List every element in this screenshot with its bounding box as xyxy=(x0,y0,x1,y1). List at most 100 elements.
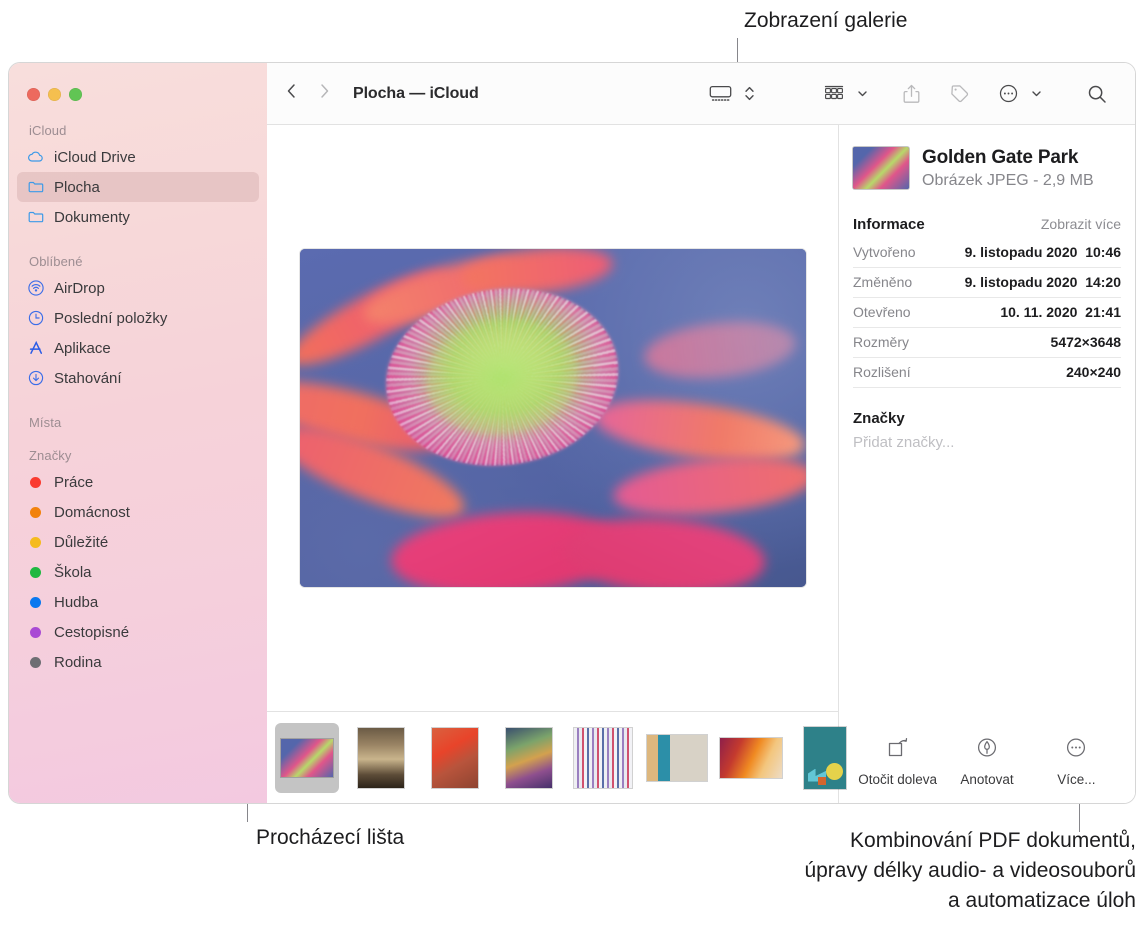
more-actions-button[interactable]: Více... xyxy=(1032,736,1121,787)
chevron-down-icon[interactable] xyxy=(852,79,873,109)
info-key: Vytvořeno xyxy=(853,244,916,260)
info-key: Rozměry xyxy=(853,334,910,350)
sidebar-item-icloud-drive[interactable]: iCloud Drive xyxy=(17,142,259,172)
rotate-left-icon xyxy=(885,736,911,765)
sidebar-item-label: AirDrop xyxy=(54,279,105,297)
callout-more-tools: Kombinování PDF dokumentů, úpravy délky … xyxy=(804,829,1136,912)
chevron-down-icon[interactable] xyxy=(1026,79,1047,109)
sidebar-item-dokumenty[interactable]: Dokumenty xyxy=(17,202,259,232)
thumbnail-portrait-neon[interactable] xyxy=(497,723,561,793)
tag-dot-icon xyxy=(26,536,45,548)
action-label: Anotovat xyxy=(960,772,1014,787)
file-kind: Obrázek JPEG - 2,9 MB xyxy=(922,172,1094,189)
sidebar-item-recents[interactable]: Poslední položky xyxy=(17,303,259,333)
sidebar-item-tag-hudba[interactable]: Hudba xyxy=(17,587,259,617)
zoom-button[interactable] xyxy=(69,88,82,101)
tag-dot-icon xyxy=(26,506,45,518)
sidebar: iCloud iCloud Drive Plocha Dokumenty Obl… xyxy=(9,63,267,803)
search-button[interactable] xyxy=(1081,79,1113,109)
view-switcher[interactable] xyxy=(704,79,760,109)
thumbnail-striped-figure[interactable] xyxy=(571,723,635,793)
sidebar-item-tag-skola[interactable]: Škola xyxy=(17,557,259,587)
sidebar-item-tag-rodina[interactable]: Rodina xyxy=(17,647,259,677)
downloads-icon xyxy=(26,369,45,388)
ellipsis-circle-icon[interactable] xyxy=(993,79,1024,109)
info-key: Otevřeno xyxy=(853,304,911,320)
sidebar-item-label: Důležité xyxy=(54,533,109,551)
thumbnail-forest-path[interactable] xyxy=(349,723,413,793)
info-value: 240×240 xyxy=(1066,364,1121,380)
gallery-view-icon[interactable] xyxy=(704,79,737,109)
action-label: Otočit doleva xyxy=(858,772,938,787)
thumbnail-louisa-tannis[interactable] xyxy=(645,723,709,793)
page-title: Plocha — iCloud xyxy=(353,84,479,102)
info-header: Golden Gate Park Obrázek JPEG - 2,9 MB xyxy=(853,147,1121,190)
airdrop-icon xyxy=(26,279,45,298)
group-by-icon[interactable] xyxy=(818,79,850,109)
sidebar-item-label: Hudba xyxy=(54,593,99,611)
rotate-left-button[interactable]: Otočit doleva xyxy=(853,736,942,787)
sidebar-item-plocha[interactable]: Plocha xyxy=(17,172,259,202)
tag-dot-icon xyxy=(26,656,45,668)
sidebar-item-label: iCloud Drive xyxy=(54,148,136,166)
quick-actions: Otočit doleva Anotovat Více... xyxy=(853,736,1121,803)
sidebar-item-label: Stahování xyxy=(54,369,122,387)
sidebar-item-tag-domacnost[interactable]: Domácnost xyxy=(17,497,259,527)
forward-button[interactable] xyxy=(318,81,331,106)
preview-column xyxy=(267,125,846,803)
info-key: Změněno xyxy=(853,274,913,290)
info-value: 5472×3648 xyxy=(1050,334,1121,350)
sidebar-item-label: Práce xyxy=(54,473,94,491)
close-button[interactable] xyxy=(27,88,40,101)
thumbnail-orange-gradient[interactable] xyxy=(719,723,783,793)
sidebar-item-label: Dokumenty xyxy=(54,208,130,226)
sidebar-item-label: Plocha xyxy=(54,178,100,196)
minimize-button[interactable] xyxy=(48,88,61,101)
preview-image[interactable] xyxy=(299,249,806,587)
action-menu-button[interactable] xyxy=(993,79,1047,109)
sidebar-item-tag-prace[interactable]: Práce xyxy=(17,467,259,497)
sidebar-item-tag-cestopisne[interactable]: Cestopisné xyxy=(17,617,259,647)
markup-button[interactable]: Anotovat xyxy=(942,736,1031,787)
main-area: Plocha — iCloud Golden Gate Park Obrázek… xyxy=(267,63,1135,803)
browse-bar[interactable] xyxy=(267,711,846,803)
sidebar-section-locations: Místa xyxy=(29,415,62,430)
callout-gallery-view: Zobrazení galerie xyxy=(744,9,908,32)
view-stepper-icon[interactable] xyxy=(739,79,760,109)
tags-title: Značky xyxy=(853,410,905,427)
tag-dot-icon xyxy=(26,626,45,638)
thumbnail-golden-gate-park[interactable] xyxy=(275,722,339,793)
tag-button[interactable] xyxy=(944,79,975,109)
sidebar-item-downloads[interactable]: Stahování xyxy=(17,363,259,393)
info-key: Rozlišení xyxy=(853,364,911,380)
back-button[interactable] xyxy=(285,81,298,106)
info-row-opened: Otevřeno 10. 11. 2020 21:41 xyxy=(853,298,1121,328)
sidebar-item-label: Rodina xyxy=(54,653,102,671)
applications-icon xyxy=(26,339,45,358)
show-more-link[interactable]: Zobrazit více xyxy=(1041,216,1121,232)
info-value: 10. 11. 2020 21:41 xyxy=(1000,304,1121,320)
share-button[interactable] xyxy=(897,79,926,109)
info-row-dimensions: Rozměry 5472×3648 xyxy=(853,328,1121,358)
sidebar-item-applications[interactable]: Aplikace xyxy=(17,333,259,363)
content-split: Golden Gate Park Obrázek JPEG - 2,9 MB I… xyxy=(267,125,1135,803)
sidebar-item-airdrop[interactable]: AirDrop xyxy=(17,273,259,303)
info-row-resolution: Rozlišení 240×240 xyxy=(853,358,1121,388)
sidebar-item-tag-dulezite[interactable]: Důležité xyxy=(17,527,259,557)
navigation-buttons xyxy=(285,81,331,106)
add-tags-input[interactable]: Přidat značky... xyxy=(853,434,1121,451)
folder-icon xyxy=(26,208,45,227)
info-panel: Golden Gate Park Obrázek JPEG - 2,9 MB I… xyxy=(839,125,1135,803)
info-row-created: Vytvořeno 9. listopadu 2020 10:46 xyxy=(853,238,1121,268)
ellipsis-circle-icon xyxy=(1063,736,1089,765)
sidebar-section-icloud: iCloud xyxy=(29,123,67,138)
tag-dot-icon xyxy=(26,566,45,578)
group-by-button[interactable] xyxy=(818,79,873,109)
sidebar-section-favorites: Oblíbené xyxy=(29,254,83,269)
info-row-modified: Změněno 9. listopadu 2020 14:20 xyxy=(853,268,1121,298)
file-thumbnail xyxy=(853,147,909,189)
window-controls xyxy=(9,72,267,101)
information-title: Informace xyxy=(853,216,925,233)
sidebar-item-label: Aplikace xyxy=(54,339,111,357)
thumbnail-red-hands[interactable] xyxy=(423,723,487,793)
